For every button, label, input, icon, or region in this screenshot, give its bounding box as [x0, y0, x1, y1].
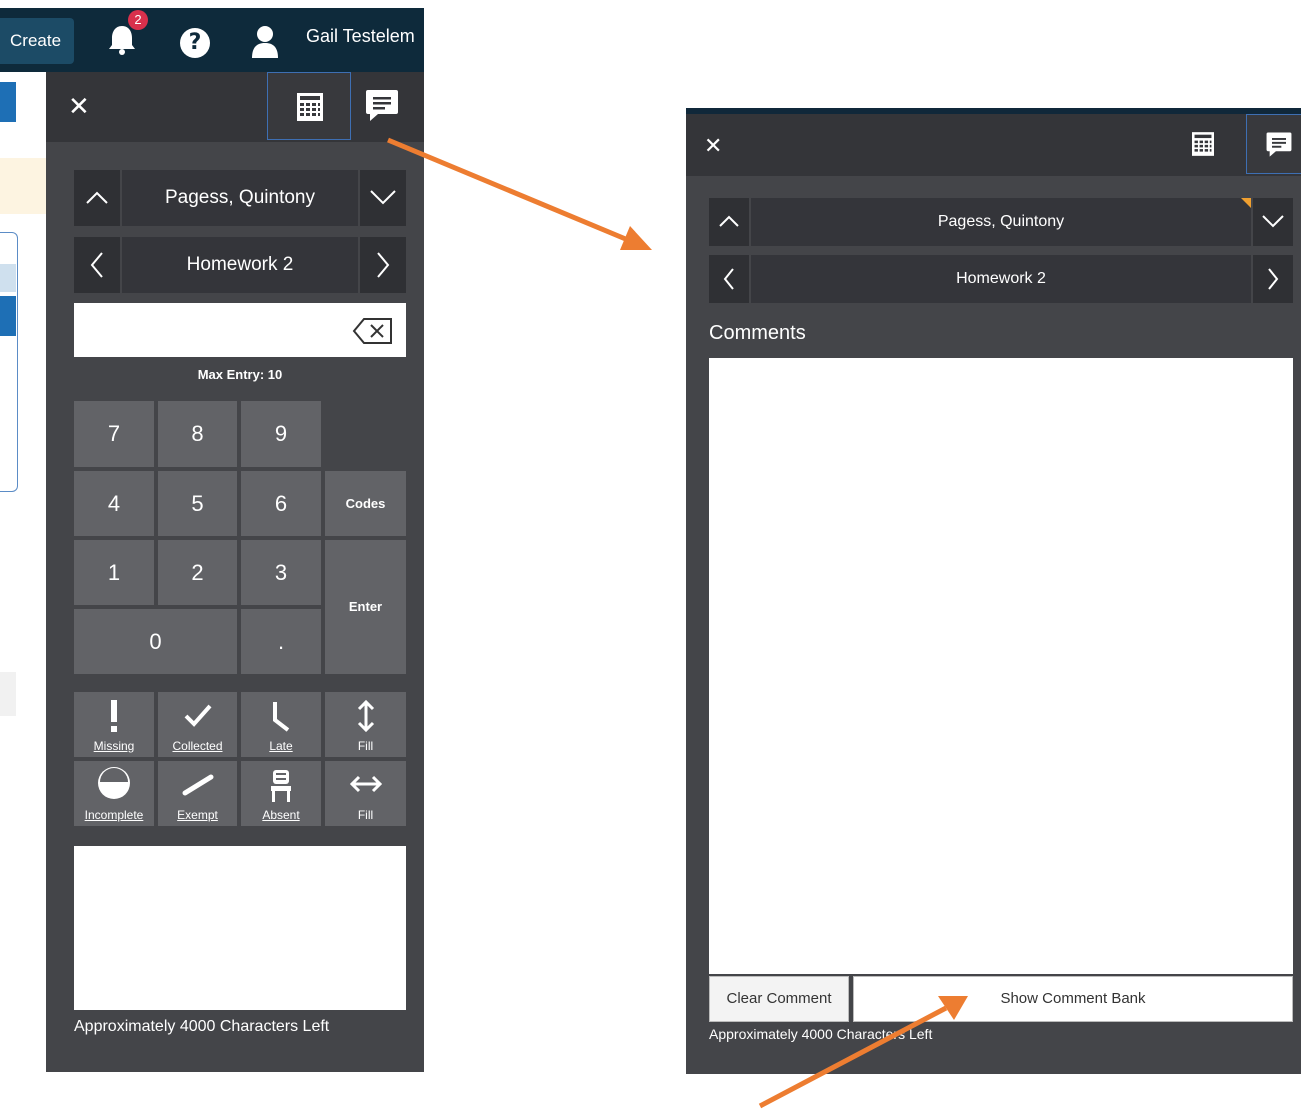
comment-textarea[interactable]: [709, 358, 1293, 974]
key-4[interactable]: 4: [74, 471, 154, 536]
key-5[interactable]: 5: [158, 471, 237, 536]
background-page-fragment: [0, 264, 16, 292]
horizontal-arrows-icon: [349, 775, 382, 793]
collected-button[interactable]: Collected: [158, 692, 237, 757]
chevron-left-icon: [90, 252, 103, 278]
key-6[interactable]: 6: [241, 471, 321, 536]
late-icon: [273, 702, 290, 732]
tab-comments[interactable]: [1246, 114, 1301, 174]
checkmark-icon: [184, 704, 211, 727]
vertical-arrows-icon: [357, 700, 374, 732]
student-name: Pagess, Quintony: [937, 213, 1065, 230]
clear-comment-button[interactable]: Clear Comment: [709, 976, 849, 1022]
slash-icon: [182, 774, 213, 796]
absent-button[interactable]: Absent: [241, 761, 321, 826]
chevron-down-icon: [1262, 215, 1284, 228]
close-icon[interactable]: ✕: [68, 92, 90, 122]
student-navigator: Pagess, Quintony: [709, 198, 1293, 246]
assignment-name: Homework 2: [186, 254, 294, 275]
arrow-to-comments-panel: [387, 137, 652, 250]
incomplete-label: Incomplete: [84, 808, 144, 822]
comment-textarea[interactable]: [74, 846, 406, 1010]
fill-horizontal-label: Fill: [357, 808, 374, 822]
student-navigator: Pagess, Quintony: [74, 170, 406, 226]
max-entry-label: Max Entry: 10: [197, 367, 283, 382]
key-0[interactable]: 0: [74, 609, 237, 674]
calculator-icon: [1192, 132, 1214, 156]
late-button[interactable]: Late: [241, 692, 321, 757]
absent-label: Absent: [262, 808, 300, 822]
collected-label: Collected: [172, 739, 223, 753]
chevron-right-icon: [377, 252, 390, 278]
late-label: Late: [269, 739, 293, 753]
characters-left-label: Approximately 4000 Characters Left: [709, 1026, 933, 1042]
incomplete-button[interactable]: Incomplete: [74, 761, 154, 826]
next-student-button[interactable]: [358, 170, 406, 226]
user-icon[interactable]: [250, 24, 280, 58]
key-decimal[interactable]: .: [241, 609, 321, 674]
next-assignment-button[interactable]: [1251, 255, 1293, 303]
chair-icon: [271, 770, 291, 802]
half-circle-icon: [98, 767, 130, 799]
comment-icon: [1266, 132, 1292, 157]
assignment-name: Homework 2: [956, 270, 1046, 287]
background-page-fragment: [0, 296, 16, 336]
comments-heading: Comments: [709, 322, 806, 344]
previous-student-button[interactable]: [74, 170, 122, 226]
calculator-icon: [297, 93, 323, 121]
top-navigation-bar: Create 2 ? Gail Testelem: [0, 8, 424, 72]
exempt-button[interactable]: Exempt: [158, 761, 237, 826]
next-assignment-button[interactable]: [358, 237, 406, 293]
flag-marker: [1241, 198, 1251, 208]
notification-badge: 2: [128, 10, 148, 30]
previous-assignment-button[interactable]: [709, 255, 751, 303]
tab-calculator[interactable]: [1176, 114, 1234, 174]
previous-assignment-button[interactable]: [74, 237, 122, 293]
close-icon[interactable]: ✕: [704, 134, 722, 159]
enter-button[interactable]: Enter: [325, 540, 406, 674]
codes-button[interactable]: Codes: [325, 471, 406, 536]
fill-right-button[interactable]: Fill: [325, 761, 406, 826]
background-page-fragment: [0, 82, 16, 122]
next-student-button[interactable]: [1251, 198, 1293, 246]
chevron-left-icon: [723, 268, 734, 290]
missing-button[interactable]: Missing: [74, 692, 154, 757]
background-page-fragment: [0, 158, 46, 214]
characters-left-label: Approximately 4000 Characters Left: [74, 1018, 330, 1035]
key-1[interactable]: 1: [74, 540, 154, 605]
user-name[interactable]: Gail Testelem: [306, 26, 415, 47]
previous-student-button[interactable]: [709, 198, 751, 246]
assignment-navigator: Homework 2: [74, 237, 406, 293]
show-comment-bank-button[interactable]: Show Comment Bank: [853, 976, 1293, 1022]
score-input[interactable]: [74, 303, 406, 357]
key-8[interactable]: 8: [158, 401, 237, 467]
background-page-fragment: [0, 672, 16, 716]
key-2[interactable]: 2: [158, 540, 237, 605]
key-7[interactable]: 7: [74, 401, 154, 467]
backspace-icon[interactable]: [352, 317, 394, 345]
chevron-up-icon: [719, 215, 739, 227]
fill-vertical-label: Fill: [357, 739, 374, 753]
score-entry-panel: ✕ Pagess, Quintony Homework 2 Max Entry:…: [46, 72, 424, 1072]
chevron-up-icon: [86, 191, 108, 204]
fill-down-button[interactable]: Fill: [325, 692, 406, 757]
tab-calculator[interactable]: [267, 72, 351, 140]
create-button[interactable]: Create: [0, 18, 74, 64]
key-3[interactable]: 3: [241, 540, 321, 605]
help-icon[interactable]: ?: [180, 28, 210, 58]
chevron-right-icon: [1268, 268, 1279, 290]
comment-icon[interactable]: [364, 88, 400, 124]
panel-header: ✕: [46, 72, 424, 142]
chevron-down-icon: [370, 190, 396, 205]
key-9[interactable]: 9: [241, 401, 321, 467]
assignment-navigator: Homework 2: [709, 255, 1293, 303]
missing-label: Missing: [93, 739, 135, 753]
exempt-label: Exempt: [177, 808, 218, 822]
student-name: Pagess, Quintony: [165, 187, 315, 208]
comments-panel: ✕ Pagess, Quintony Homework 2 Comments C…: [686, 108, 1301, 1074]
exclamation-icon: [111, 700, 117, 732]
